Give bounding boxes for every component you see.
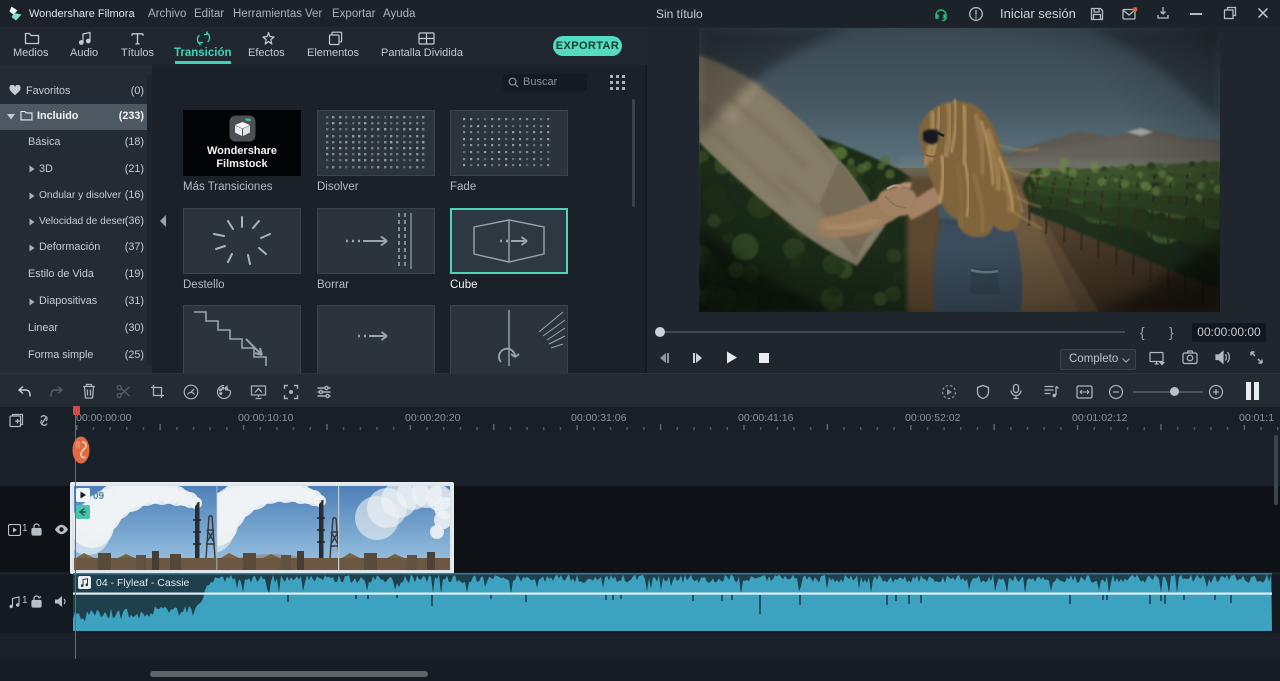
svg-text:09: 09	[93, 491, 105, 502]
